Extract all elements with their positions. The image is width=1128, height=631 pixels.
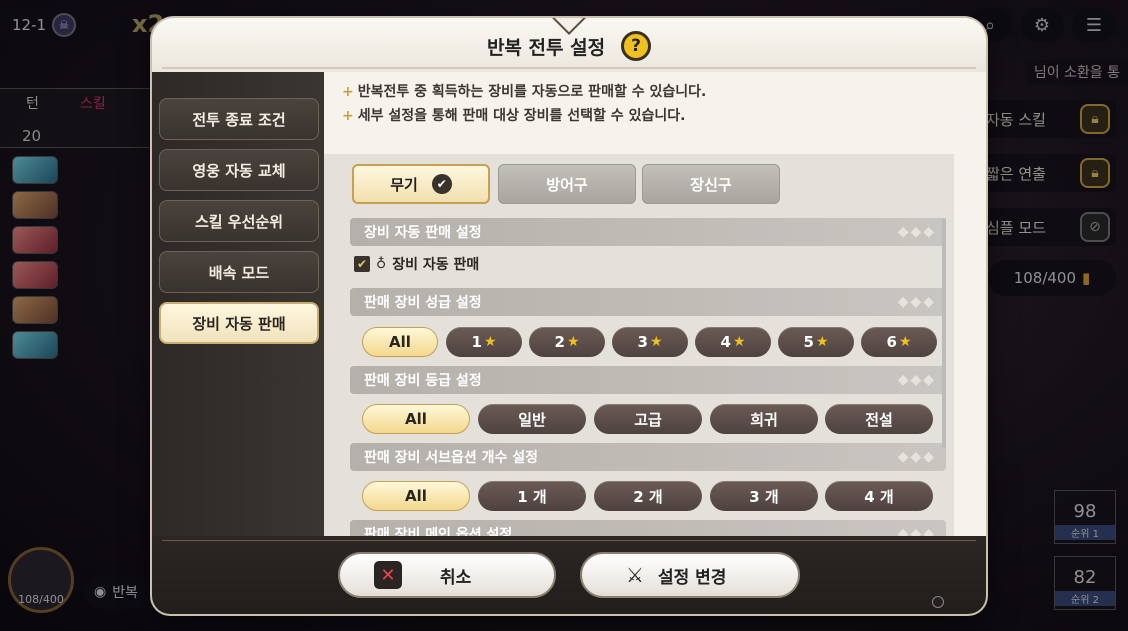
option-label: 4 개 — [864, 487, 894, 506]
checkbox-checked-icon[interactable]: ✔ — [354, 256, 370, 272]
diamond-deco-icon: ◆◆◆ — [897, 449, 936, 465]
option-label: 5 — [803, 333, 814, 351]
side-item-battle-end[interactable]: 전투 종료 조건 — [159, 98, 319, 140]
side-item-label: 스킬 우선순위 — [194, 212, 284, 231]
cancel-label: 취소 — [440, 567, 472, 588]
diamond-deco-icon: ◆◆◆ — [897, 224, 936, 240]
grade-option-legend[interactable]: 전설 — [825, 404, 933, 434]
option-label: All — [389, 333, 411, 351]
tab-label: 방어구 — [546, 175, 588, 194]
star-icon: ★ — [732, 334, 746, 350]
auto-sell-label: 장비 자동 판매 — [392, 257, 480, 273]
section-main-option: 판매 장비 메인 옵션 설정 ◆◆◆ — [350, 520, 946, 536]
note-bullet: + — [342, 84, 354, 100]
diamond-deco-icon: ◆◆◆ — [897, 372, 936, 388]
option-label: 3 — [637, 333, 648, 351]
grade-option-advanced[interactable]: 고급 — [594, 404, 702, 434]
side-menu: 전투 종료 조건 영웅 자동 교체 스킬 우선순위 배속 모드 장비 자동 판매 — [152, 72, 324, 536]
section-title: 판매 장비 서브옵션 개수 설정 — [364, 450, 539, 466]
tab-label: 장신구 — [690, 175, 732, 194]
side-item-hero-swap[interactable]: 영웅 자동 교체 — [159, 149, 319, 191]
diamond-deco-icon: ◆◆◆ — [897, 526, 936, 536]
option-label: 전설 — [865, 410, 893, 429]
tab-weapon[interactable]: 무기 ✔ — [352, 164, 490, 204]
info-note: + 세부 설정을 통해 판매 대상 장비를 선택할 수 있습니다. — [342, 105, 685, 125]
side-item-auto-sell[interactable]: 장비 자동 판매 — [159, 302, 319, 344]
suboption-option-2[interactable]: 2 개 — [594, 481, 702, 511]
option-label: 1 — [471, 333, 482, 351]
settings-content: + 반복전투 중 획득하는 장비를 자동으로 판매할 수 있습니다. + 세부 설정… — [324, 72, 986, 536]
auto-sell-checkbox[interactable]: ✔ ♁ 장비 자동 판매 — [354, 254, 479, 274]
star-option-5[interactable]: 5 ★ — [778, 327, 854, 357]
star-icon: ★ — [815, 334, 829, 350]
info-note: + 반복전투 중 획득하는 장비를 자동으로 판매할 수 있습니다. — [342, 81, 706, 101]
suboption-option-4[interactable]: 4 개 — [825, 481, 933, 511]
star-icon: ★ — [649, 334, 663, 350]
section-title: 판매 장비 등급 설정 — [364, 373, 482, 389]
modal-title: 반복 전투 설정 — [486, 36, 606, 59]
star-option-6[interactable]: 6 ★ — [861, 327, 937, 357]
star-option-4[interactable]: 4 ★ — [695, 327, 771, 357]
star-option-1[interactable]: 1 ★ — [446, 327, 522, 357]
cancel-button[interactable]: ✕ 취소 — [338, 552, 556, 598]
star-option-2[interactable]: 2 ★ — [529, 327, 605, 357]
side-item-label: 영웅 자동 교체 — [192, 161, 286, 180]
suboption-option-3[interactable]: 3 개 — [710, 481, 818, 511]
option-label: All — [405, 487, 427, 505]
money-bag-icon: ♁ — [376, 256, 387, 272]
grade-option-normal[interactable]: 일반 — [478, 404, 586, 434]
section-auto-sell: 장비 자동 판매 설정 ◆◆◆ — [350, 218, 946, 246]
suboption-option-1[interactable]: 1 개 — [478, 481, 586, 511]
star-icon: ★ — [483, 334, 497, 350]
section-title: 판매 장비 메인 옵션 설정 — [364, 527, 513, 536]
side-item-speed-mode[interactable]: 배속 모드 — [159, 251, 319, 293]
section-equipment-grade: 판매 장비 등급 설정 ◆◆◆ — [350, 366, 946, 394]
option-label: 희귀 — [750, 410, 778, 429]
grade-option-all[interactable]: All — [362, 404, 470, 434]
section-suboption-count: 판매 장비 서브옵션 개수 설정 ◆◆◆ — [350, 443, 946, 471]
option-label: All — [405, 410, 427, 428]
modal-footer: ✕ 취소 ⚔ 설정 변경 — [152, 536, 986, 614]
apply-label: 설정 변경 — [657, 567, 727, 588]
footer-dot-deco — [932, 596, 944, 608]
equipment-settings-panel: 무기 ✔ 방어구 장신구 장비 자동 판매 설정 ◆◆◆ ✔ ♁ 장비 자동 판… — [324, 154, 954, 536]
grade-option-rare[interactable]: 희귀 — [710, 404, 818, 434]
option-label: 2 — [554, 333, 565, 351]
note-bullet: + — [342, 108, 354, 124]
diamond-deco-icon: ◆◆◆ — [897, 294, 936, 310]
section-title: 장비 자동 판매 설정 — [364, 225, 482, 241]
side-item-label: 전투 종료 조건 — [192, 110, 286, 129]
side-item-skill-priority[interactable]: 스킬 우선순위 — [159, 200, 319, 242]
option-label: 1 개 — [517, 487, 547, 506]
option-label: 2 개 — [633, 487, 663, 506]
star-icon: ★ — [566, 334, 580, 350]
repeat-battle-settings-modal: 반복 전투 설정 ? 전투 종료 조건 영웅 자동 교체 스킬 우선순위 배속 … — [152, 18, 986, 614]
side-item-label: 배속 모드 — [208, 263, 270, 282]
apply-settings-button[interactable]: ⚔ 설정 변경 — [580, 552, 800, 598]
tab-accessory[interactable]: 장신구 — [642, 164, 780, 204]
crossed-swords-icon: ⚔ — [626, 563, 644, 587]
star-option-all[interactable]: All — [362, 327, 438, 357]
option-label: 일반 — [518, 410, 546, 429]
suboption-option-all[interactable]: All — [362, 481, 470, 511]
section-star-grade: 판매 장비 성급 설정 ◆◆◆ — [350, 288, 946, 316]
option-label: 4 — [720, 333, 731, 351]
option-label: 3 개 — [749, 487, 779, 506]
note-text: 반복전투 중 획득하는 장비를 자동으로 판매할 수 있습니다. — [357, 84, 707, 100]
star-icon: ★ — [898, 334, 912, 350]
section-title: 판매 장비 성급 설정 — [364, 295, 482, 311]
check-icon: ✔ — [431, 174, 452, 194]
star-option-3[interactable]: 3 ★ — [612, 327, 688, 357]
help-button[interactable]: ? — [621, 31, 652, 61]
option-label: 6 — [886, 333, 897, 351]
tab-label: 무기 — [390, 175, 418, 194]
header-divider — [162, 67, 976, 69]
scrollbar[interactable] — [942, 218, 946, 448]
option-label: 고급 — [634, 410, 662, 429]
tab-armor[interactable]: 방어구 — [498, 164, 636, 204]
note-text: 세부 설정을 통해 판매 대상 장비를 선택할 수 있습니다. — [357, 108, 686, 124]
footer-divider — [162, 540, 976, 541]
side-item-label: 장비 자동 판매 — [192, 314, 286, 333]
close-icon: ✕ — [374, 561, 402, 589]
